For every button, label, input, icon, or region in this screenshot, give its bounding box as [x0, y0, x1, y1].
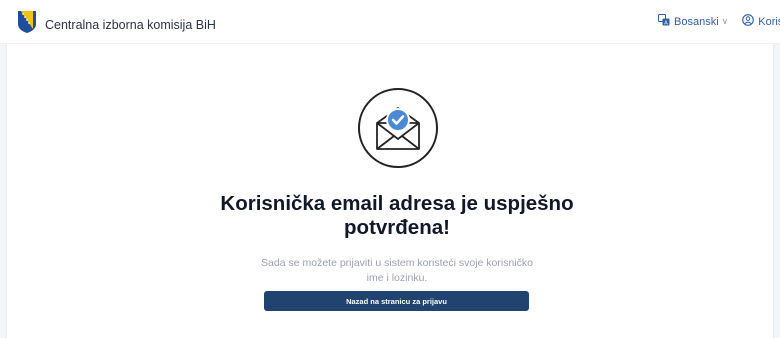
top-header: Centralna izborna komisija BiH A Bosansk… [0, 0, 780, 44]
language-label: Bosanski [674, 15, 719, 28]
chevron-down-icon: ∨ [721, 16, 729, 26]
language-selector[interactable]: A Bosanski ∨ [658, 14, 728, 29]
user-circle-icon [742, 14, 758, 29]
header-actions: A Bosanski ∨ Korisnik [658, 14, 780, 29]
app-title: Centralna izborna komisija BiH [45, 17, 216, 32]
confirmation-description: Sada se možete prijaviti u sistem korist… [261, 257, 533, 284]
translate-icon: A [658, 14, 674, 29]
bih-coat-of-arms-icon [18, 11, 36, 38]
user-label: Korisnik [758, 15, 780, 28]
confirmation-heading: Korisnička email adresa je uspješno potv… [220, 192, 574, 239]
svg-text:A: A [664, 20, 668, 26]
back-to-login-button[interactable]: Nazad na stranicu za prijavu [264, 291, 529, 311]
user-menu[interactable]: Korisnik [742, 14, 780, 29]
brand[interactable]: Centralna izborna komisija BiH [18, 11, 216, 38]
